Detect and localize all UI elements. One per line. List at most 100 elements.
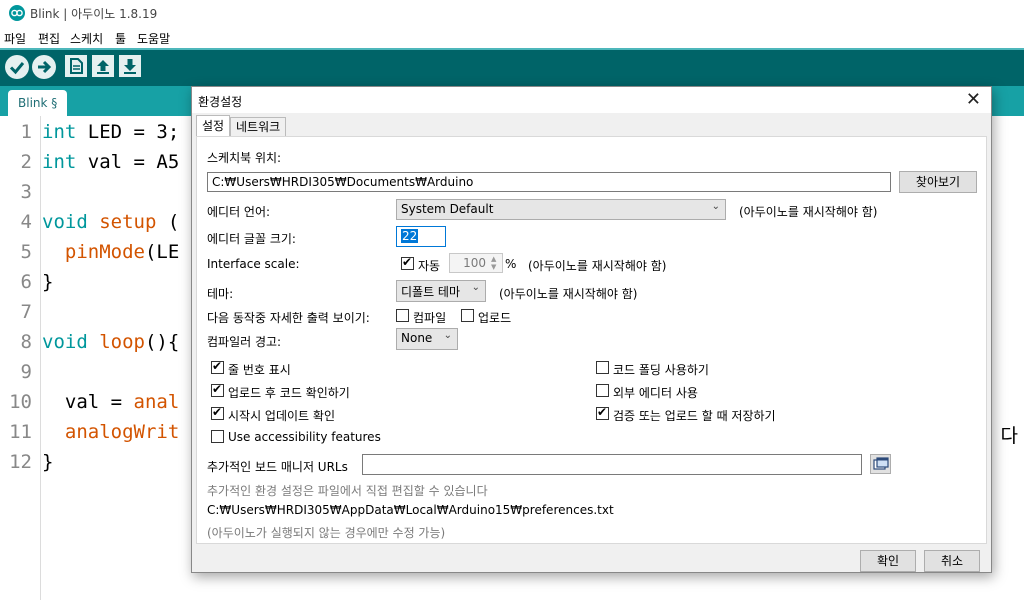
verbose-label: 다음 동작중 자세한 출력 보이기:	[207, 311, 370, 325]
line-number: 11	[9, 421, 32, 443]
menu-help[interactable]: 도움말	[137, 30, 170, 47]
windows-icon	[873, 457, 889, 470]
editor-language-value: System Default	[401, 202, 494, 216]
tab-blink[interactable]: Blink §	[8, 90, 68, 116]
chevron-down-icon: ⌄	[443, 330, 452, 341]
checkmark-icon: ✔	[212, 382, 223, 396]
line-number: 7	[20, 301, 32, 323]
sketchbook-path-input[interactable]: C:₩Users₩HRDI305₩Documents₩Arduino	[207, 172, 891, 192]
tab-settings[interactable]: 설정	[196, 115, 231, 138]
more-preferences-note: 추가적인 환경 설정은 파일에서 직접 편집할 수 있습니다	[207, 484, 488, 498]
arrow-up-icon	[97, 60, 109, 74]
code-folding-checkbox[interactable]	[596, 361, 609, 374]
board-urls-label: 추가적인 보드 매니저 URLs	[207, 460, 348, 474]
close-icon[interactable]: ✕	[966, 89, 981, 110]
theme-select[interactable]: 디폴트 테마 ⌄	[396, 280, 486, 302]
restart-note: (아두이노를 재시작해야 함)	[739, 205, 878, 219]
compiler-warnings-label: 컴파일러 경고:	[207, 335, 282, 349]
window-title: Blink | 아두이노 1.8.19	[30, 7, 158, 21]
menu-tools[interactable]: 툴	[115, 30, 126, 47]
clipped-code-text: 다	[1000, 425, 1018, 447]
arduino-logo-icon	[9, 5, 25, 21]
external-editor-checkbox[interactable]	[596, 384, 609, 397]
code-line: void setup (	[42, 211, 180, 233]
scale-restart-note: (아두이노를 재시작해야 함)	[528, 259, 667, 273]
checkmark-icon	[9, 62, 25, 75]
menu-file[interactable]: 파일	[4, 30, 26, 47]
auto-scale-label: 자동	[418, 259, 441, 273]
compiler-warnings-select[interactable]: None ⌄	[396, 328, 458, 350]
chevron-down-icon: ⌄	[471, 282, 480, 293]
theme-value: 디폴트 테마	[401, 285, 461, 299]
preferences-dialog: 환경설정 ✕ 설정 네트워크 스케치북 위치: C:₩Users₩HRDI305…	[191, 86, 992, 573]
save-button[interactable]	[119, 55, 141, 77]
theme-restart-note: (아두이노를 재시작해야 함)	[499, 287, 638, 301]
code-line: }	[42, 271, 54, 293]
compiler-warnings-value: None	[401, 331, 433, 345]
font-size-input[interactable]: 22	[396, 226, 446, 247]
scale-percent: %	[505, 257, 517, 271]
arrow-down-icon	[124, 59, 136, 74]
verify-after-upload-checkbox[interactable]: ✔	[211, 382, 224, 397]
verbose-compile-checkbox[interactable]	[396, 309, 409, 322]
line-number: 12	[9, 451, 32, 473]
font-size-value: 22	[401, 229, 419, 243]
code-line: analogWrit	[64, 421, 180, 443]
ok-button[interactable]: 확인	[860, 550, 916, 572]
checkmark-icon: ✔	[402, 255, 413, 269]
tab-network[interactable]: 네트워크	[230, 117, 287, 137]
upload-button[interactable]	[32, 55, 56, 79]
line-numbers-checkbox[interactable]: ✔	[211, 359, 224, 374]
spinner-arrows-icon[interactable]: ▲ ▼	[491, 255, 496, 271]
code-folding-label: 코드 폴딩 사용하기	[613, 363, 709, 377]
line-number: 6	[20, 271, 32, 293]
save-on-verify-label: 검증 또는 업로드 할 때 저장하기	[613, 409, 776, 423]
scale-value: 100	[463, 256, 486, 270]
code-line: }	[42, 451, 54, 473]
toolbar	[0, 48, 1024, 86]
menu-edit[interactable]: 편집	[38, 30, 60, 47]
line-number: 8	[20, 331, 32, 353]
check-updates-checkbox[interactable]: ✔	[211, 405, 224, 420]
open-button[interactable]	[92, 55, 114, 77]
theme-label: 테마:	[207, 287, 234, 301]
code-line: int LED = 3;	[42, 121, 180, 143]
font-size-label: 에디터 글꼴 크기:	[207, 232, 296, 246]
checkmark-icon: ✔	[597, 405, 608, 419]
menu-sketch[interactable]: 스케치	[70, 30, 103, 47]
verify-after-upload-label: 업로드 후 코드 확인하기	[228, 386, 350, 400]
auto-scale-checkbox[interactable]: ✔	[401, 255, 414, 270]
line-number: 5	[20, 241, 32, 263]
line-number: 1	[20, 121, 32, 143]
line-number: 2	[20, 151, 32, 173]
new-sketch-button[interactable]	[65, 55, 87, 77]
save-on-verify-checkbox[interactable]: ✔	[596, 405, 609, 420]
settings-panel: 스케치북 위치: C:₩Users₩HRDI305₩Documents₩Ardu…	[196, 136, 987, 544]
external-editor-label: 외부 에디터 사용	[613, 386, 698, 400]
accessibility-checkbox[interactable]	[211, 430, 224, 443]
dialog-tab-strip: 설정 네트워크	[196, 115, 989, 138]
verbose-upload-checkbox[interactable]	[461, 309, 474, 322]
dialog-title: 환경설정	[198, 95, 243, 109]
code-line: val = anal	[42, 391, 180, 413]
line-number-gutter: 1 2 3 4 5 6 7 8 9 10 11 12	[0, 116, 41, 600]
verbose-compile-label: 컴파일	[413, 311, 447, 325]
board-urls-input[interactable]	[362, 454, 862, 475]
preferences-file-path: C:₩Users₩HRDI305₩AppData₩Local₩Arduino15…	[207, 503, 614, 517]
code-line: int val = A5	[42, 151, 180, 173]
board-urls-edit-button[interactable]	[870, 454, 891, 474]
check-updates-label: 시작시 업데이트 확인	[228, 409, 335, 423]
editor-language-select[interactable]: System Default ⌄	[396, 199, 726, 220]
cancel-button[interactable]: 취소	[924, 550, 980, 572]
verbose-upload-label: 업로드	[478, 311, 512, 325]
line-numbers-label: 줄 번호 표시	[228, 363, 291, 377]
line-number: 4	[20, 211, 32, 233]
checkmark-icon: ✔	[212, 359, 223, 373]
line-number: 9	[20, 361, 32, 383]
chevron-down-icon: ⌄	[711, 201, 720, 212]
verify-button[interactable]	[5, 55, 29, 79]
checkmark-icon: ✔	[212, 405, 223, 419]
browse-button[interactable]: 찾아보기	[899, 171, 977, 193]
code-line: pinMode(LE	[64, 241, 180, 263]
arrow-right-icon	[38, 60, 52, 74]
